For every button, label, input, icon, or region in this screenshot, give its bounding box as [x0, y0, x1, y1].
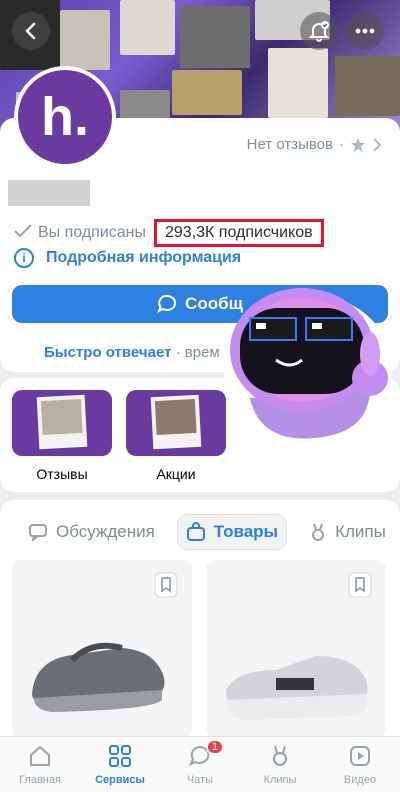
story-label: Отзывы	[36, 466, 88, 482]
nav-label: Клипы	[263, 774, 297, 786]
video-icon	[350, 746, 370, 766]
nav-label: Сервисы	[95, 774, 145, 786]
bell-check-icon	[308, 21, 330, 42]
blurred-region	[180, 6, 250, 68]
star-icon	[351, 137, 365, 152]
sticker-image	[224, 288, 392, 442]
story-thumbnail	[12, 390, 112, 456]
bottom-navigation: Главная Сервисы 1 Чаты Клипы Видео	[0, 736, 400, 792]
details-label: Подробная информация	[46, 249, 242, 266]
chats-badge: 1	[206, 739, 225, 755]
details-link[interactable]: i Подробная информация	[14, 248, 241, 268]
reply-speed: Быстро отвечает · врем	[44, 344, 220, 361]
avatar-logo: h.	[41, 87, 89, 147]
reply-fast-label: Быстро отвечает	[44, 344, 172, 361]
product-card[interactable]	[12, 560, 192, 738]
clips-icon	[273, 745, 287, 766]
chevron-right-icon	[373, 137, 382, 152]
reviews-link[interactable]: Нет отзывов ·	[247, 136, 382, 153]
home-icon	[30, 746, 50, 766]
story-label: Акции	[156, 466, 196, 482]
subscribed-label: Вы подписаны	[38, 224, 146, 241]
product-card[interactable]	[206, 560, 386, 738]
bookmark-icon[interactable]	[154, 572, 178, 598]
tab-goods[interactable]: Товары	[176, 514, 288, 550]
bag-icon	[186, 522, 205, 541]
subscription-row[interactable]: Вы подписаны 293,3К подписчиков	[14, 219, 324, 247]
tab-label: Обсуждения	[56, 522, 155, 541]
nav-chats[interactable]: 1 Чаты	[160, 737, 240, 792]
tab-clips[interactable]: Клипы	[301, 515, 394, 549]
nav-clips[interactable]: Клипы	[240, 737, 320, 792]
nav-home[interactable]: Главная	[0, 737, 80, 792]
message-icon	[157, 294, 177, 314]
story-thumbnail	[126, 390, 226, 456]
nav-label: Видео	[343, 774, 377, 786]
more-horizontal-icon	[355, 28, 375, 34]
subscribers-count: 293,3К подписчиков	[154, 219, 324, 247]
reply-time-label: · врем	[171, 344, 220, 361]
info-icon: i	[14, 248, 34, 268]
notifications-button[interactable]	[300, 12, 338, 50]
community-name-blurred	[8, 180, 90, 206]
back-button[interactable]	[12, 12, 50, 50]
nav-services[interactable]: Сервисы	[80, 737, 160, 792]
check-icon	[14, 223, 38, 243]
chat-icon	[29, 524, 47, 541]
tab-discussions[interactable]: Обсуждения	[20, 515, 163, 549]
tab-label: Товары	[213, 522, 279, 541]
clips-icon	[312, 523, 325, 541]
bookmark-icon[interactable]	[348, 572, 372, 598]
nav-video[interactable]: Видео	[320, 737, 400, 792]
content-tabs: Обсуждения Товары Клипы	[20, 514, 394, 550]
avatar[interactable]: h.	[14, 66, 116, 168]
story-reviews[interactable]: Отзывы	[12, 390, 112, 482]
nav-label: Главная	[19, 774, 61, 786]
story-promotions[interactable]: Акции	[126, 390, 226, 482]
reviews-text: Нет отзывов	[246, 136, 333, 153]
chevron-left-icon	[25, 22, 36, 40]
nav-label: Чаты	[186, 774, 214, 786]
tab-label: Клипы	[335, 522, 386, 541]
services-icon	[109, 745, 131, 767]
more-button[interactable]	[346, 12, 384, 50]
